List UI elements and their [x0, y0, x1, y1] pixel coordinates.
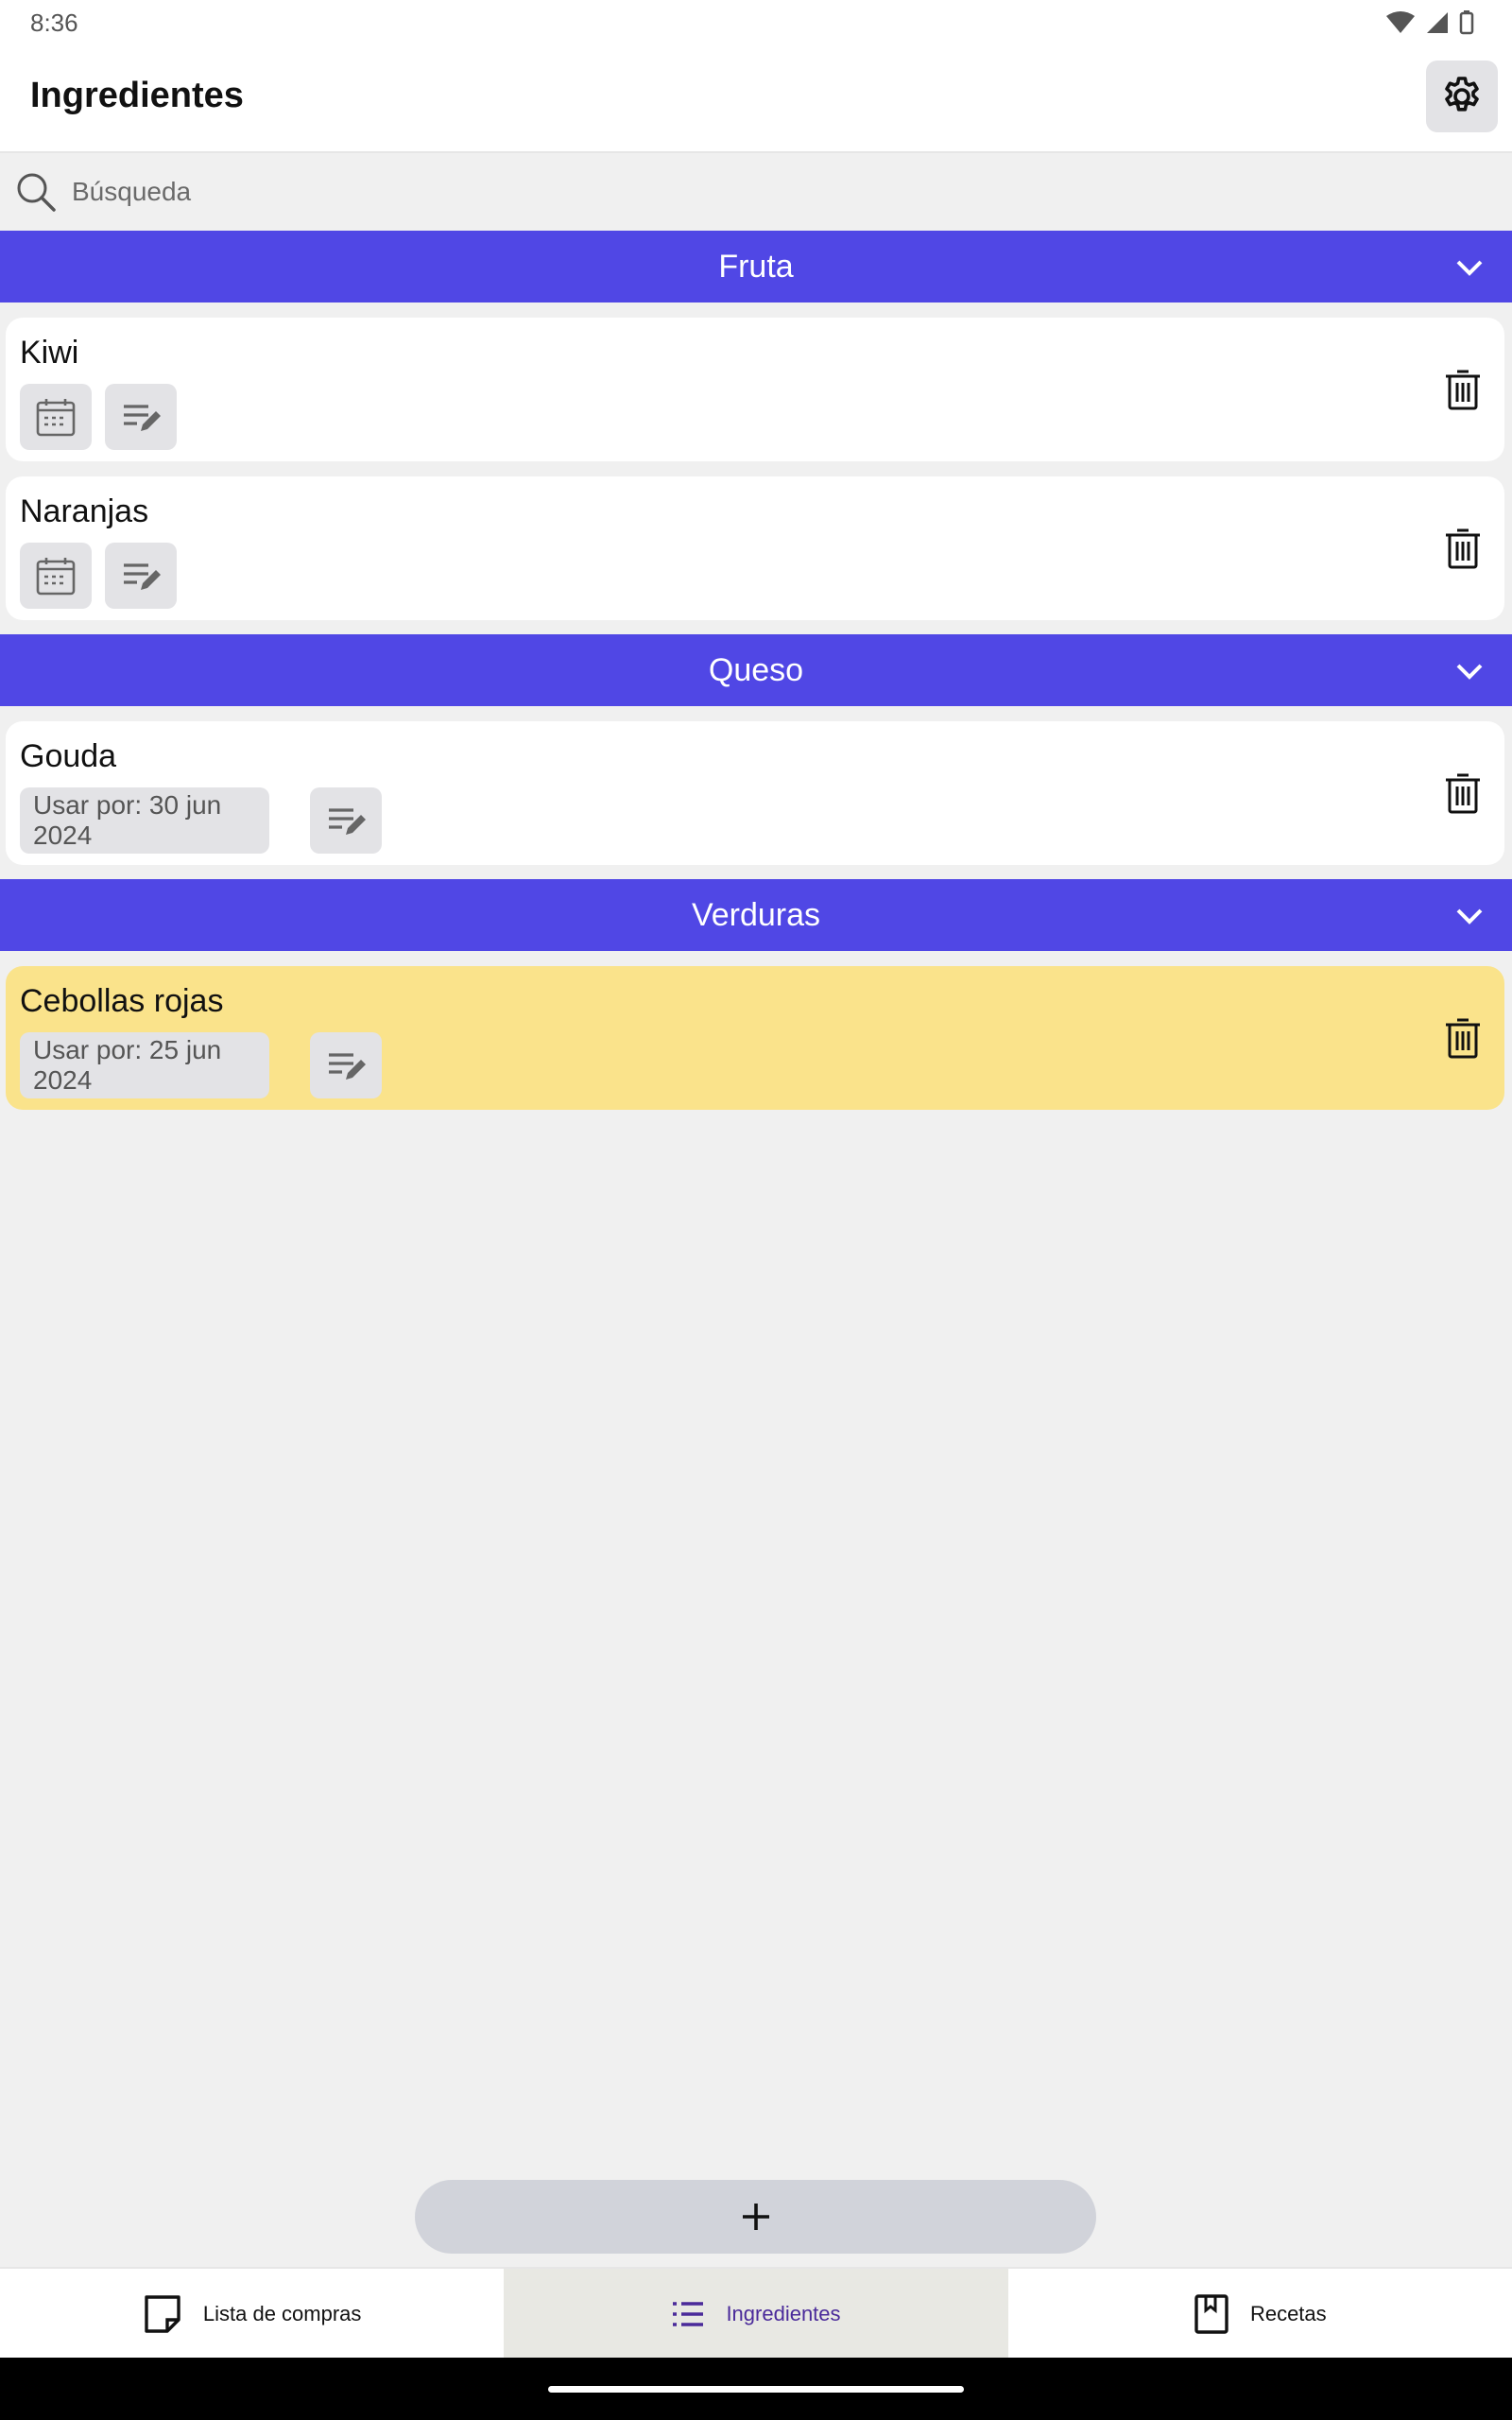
category-title: Queso	[708, 651, 804, 688]
status-time: 8:36	[30, 8, 78, 37]
chevron-down-icon[interactable]	[1453, 251, 1486, 284]
ingredient-card[interactable]: Kiwi	[6, 318, 1504, 461]
home-indicator[interactable]	[548, 2386, 964, 2393]
page-title: Ingredientes	[30, 76, 244, 115]
app-bar: Ingredientes	[0, 45, 1512, 153]
tab-label: Ingredientes	[726, 2302, 841, 2325]
trash-icon[interactable]	[1440, 367, 1486, 412]
category-header-verduras[interactable]: Verduras	[0, 879, 1512, 951]
ingredient-card-expiring[interactable]: Cebollas rojas Usar por: 25 jun 2024	[6, 966, 1504, 1110]
chevron-down-icon[interactable]	[1453, 900, 1486, 932]
category-header-queso[interactable]: Queso	[0, 634, 1512, 706]
tab-label: Recetas	[1249, 2302, 1327, 2325]
trash-icon[interactable]	[1440, 1015, 1486, 1061]
edit-notes-button[interactable]	[105, 543, 177, 609]
list-icon	[673, 2302, 704, 2326]
settings-button[interactable]	[1426, 60, 1498, 132]
edit-notes-button[interactable]	[310, 1032, 382, 1098]
chevron-down-icon[interactable]	[1453, 655, 1486, 687]
ingredient-name: Cebollas rojas	[20, 983, 224, 1019]
edit-note-icon	[329, 808, 366, 835]
gear-icon	[1445, 77, 1479, 112]
ingredient-name: Naranjas	[20, 493, 149, 529]
system-icons	[1385, 10, 1474, 35]
category-title: Verduras	[691, 896, 821, 933]
add-ingredient-button[interactable]	[415, 2180, 1096, 2254]
expiry-date-chip[interactable]: Usar por: 30 jun 2024	[20, 787, 269, 854]
tab-lista-de-compras[interactable]: Lista de compras	[0, 2269, 504, 2360]
edit-note-icon	[124, 563, 161, 590]
category-title: Fruta	[718, 248, 794, 285]
bottom-navigation: Lista de compras Ingredientes Recetas	[0, 2267, 1512, 2360]
ingredient-name: Kiwi	[20, 335, 79, 371]
trash-icon[interactable]	[1440, 526, 1486, 571]
ingredient-card[interactable]: Gouda Usar por: 30 jun 2024	[6, 721, 1504, 865]
search-input[interactable]	[70, 176, 1397, 208]
calendar-icon	[36, 399, 76, 437]
set-date-button[interactable]	[20, 384, 92, 450]
tab-ingredientes[interactable]: Ingredientes	[504, 2269, 1008, 2360]
wifi-icon	[1386, 11, 1415, 33]
status-bar: 8:36	[0, 0, 1512, 45]
calendar-icon	[36, 558, 76, 596]
edit-notes-button[interactable]	[105, 384, 177, 450]
note-icon	[145, 2295, 180, 2333]
ingredient-card[interactable]: Naranjas	[6, 476, 1504, 620]
set-date-button[interactable]	[20, 543, 92, 609]
edit-note-icon	[329, 1053, 366, 1080]
book-icon	[1194, 2294, 1228, 2334]
edit-note-icon	[124, 405, 161, 431]
ingredient-name: Gouda	[20, 738, 117, 774]
expiry-date-chip[interactable]: Usar por: 25 jun 2024	[20, 1032, 269, 1098]
search-icon	[17, 173, 56, 212]
plus-icon	[742, 2204, 769, 2230]
tab-recetas[interactable]: Recetas	[1008, 2269, 1512, 2360]
edit-notes-button[interactable]	[310, 787, 382, 854]
signal-icon	[1427, 12, 1448, 33]
tab-label: Lista de compras	[202, 2302, 362, 2325]
search-bar	[0, 153, 1512, 231]
category-header-fruta[interactable]: Fruta	[0, 231, 1512, 302]
trash-icon[interactable]	[1440, 770, 1486, 816]
battery-icon	[1459, 10, 1474, 35]
